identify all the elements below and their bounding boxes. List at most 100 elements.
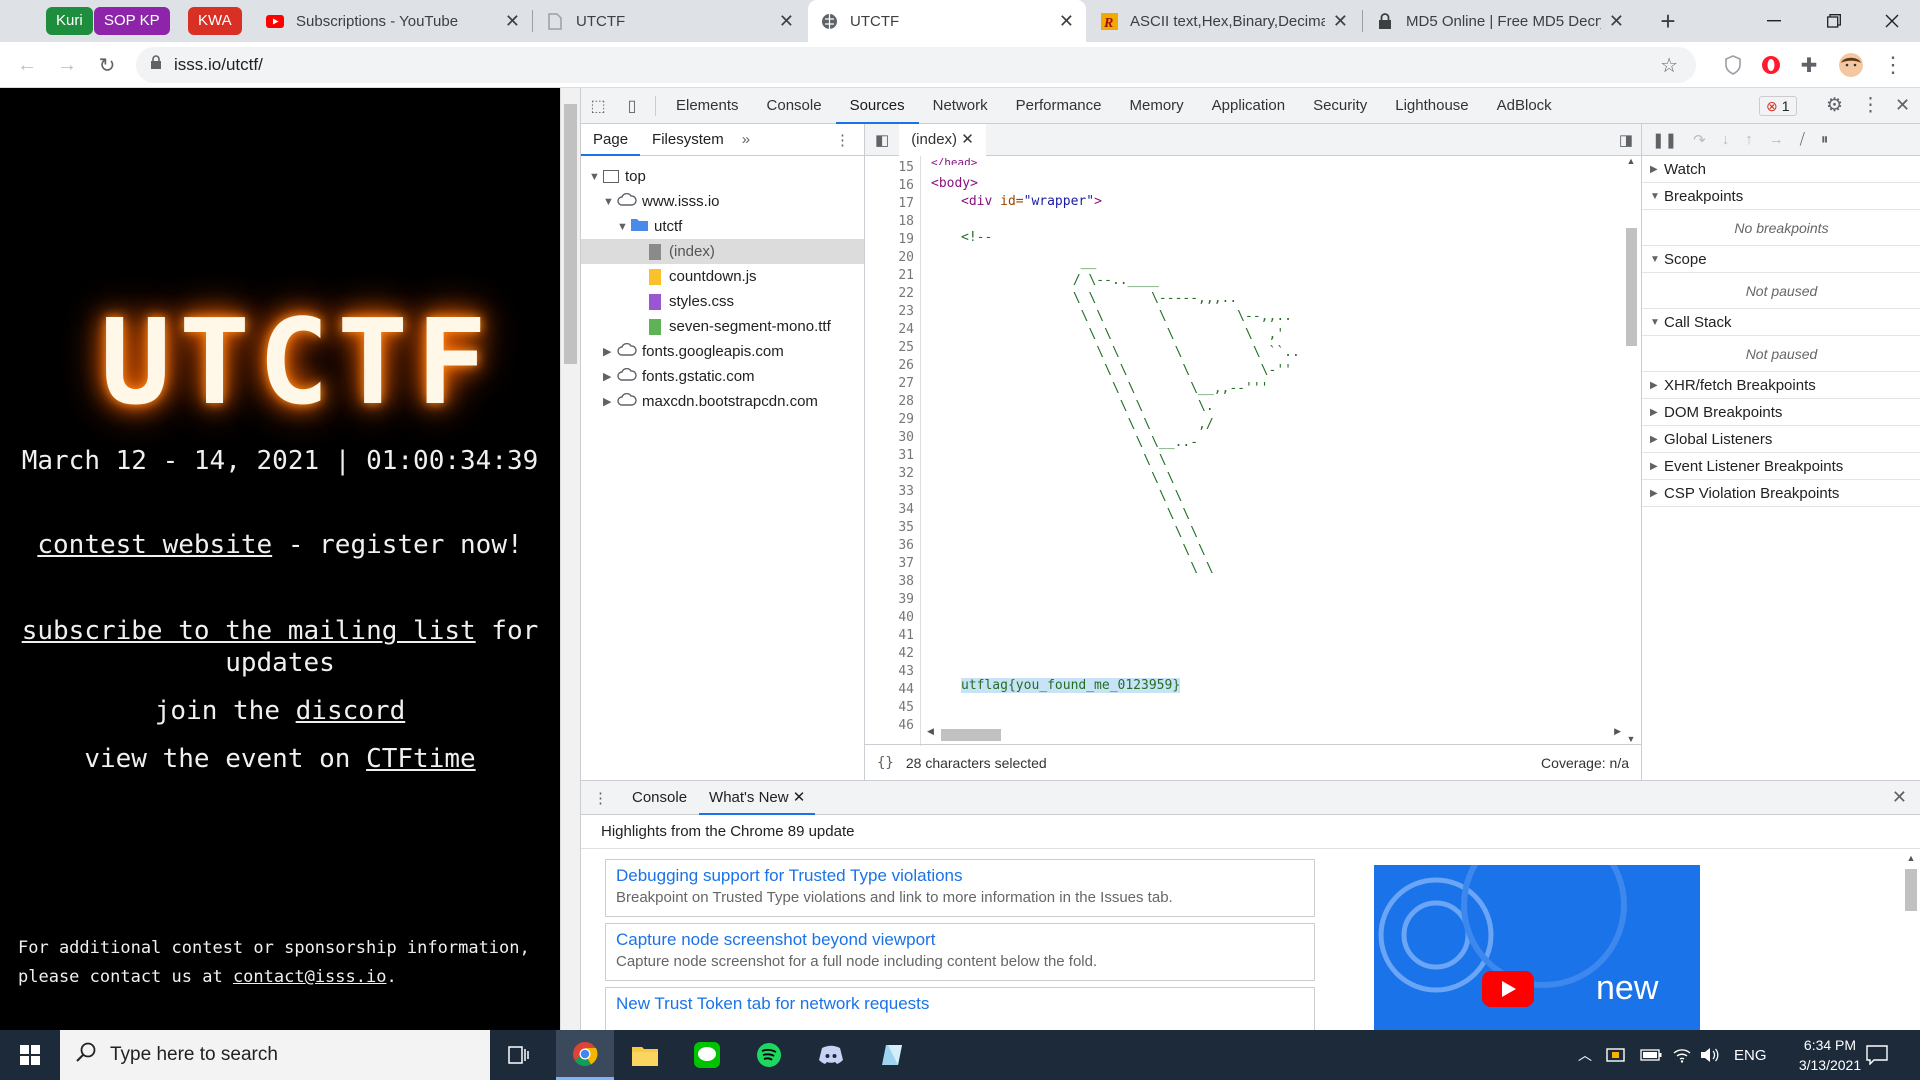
tab-ascii-converter[interactable]: R ASCII text,Hex,Binary,Decimal, ✕ bbox=[1088, 0, 1360, 42]
section-call-stack[interactable]: ▼ Call Stack bbox=[1642, 309, 1920, 336]
whats-new-item[interactable]: New Trust Token tab for network requests bbox=[605, 987, 1315, 1031]
discord-icon[interactable] bbox=[802, 1030, 860, 1080]
line-number[interactable]: 25 bbox=[898, 340, 914, 355]
tree-item-bootstrapcdn[interactable]: ▶ maxcdn.bootstrapcdn.com bbox=[603, 389, 818, 414]
close-window-button[interactable] bbox=[1864, 0, 1920, 42]
step-out-icon[interactable]: ↑ bbox=[1745, 131, 1753, 148]
line-number[interactable]: 30 bbox=[898, 430, 914, 445]
tab-application[interactable]: Application bbox=[1198, 88, 1299, 124]
line-number[interactable]: 40 bbox=[898, 610, 914, 625]
item-title[interactable]: Debugging support for Trusted Type viola… bbox=[616, 866, 1304, 886]
editor-tab-index[interactable]: (index) ✕ bbox=[899, 123, 986, 156]
line-number[interactable]: 37 bbox=[898, 556, 914, 571]
error-count-badge[interactable]: ⊗ 1 bbox=[1759, 96, 1797, 116]
line-number[interactable]: 16 bbox=[898, 178, 914, 193]
minimize-button[interactable] bbox=[1746, 0, 1802, 42]
windows-start-icon[interactable] bbox=[0, 1030, 60, 1080]
item-title[interactable]: New Trust Token tab for network requests bbox=[616, 994, 1304, 1014]
line-number[interactable]: 21 bbox=[898, 268, 914, 283]
tab-elements[interactable]: Elements bbox=[662, 88, 753, 124]
tab-adblock[interactable]: AdBlock bbox=[1483, 88, 1566, 124]
line-number[interactable]: 31 bbox=[898, 448, 914, 463]
tab-memory[interactable]: Memory bbox=[1116, 88, 1198, 124]
drawer-menu-icon[interactable]: ⋮ bbox=[581, 789, 620, 807]
close-devtools-icon[interactable]: ✕ bbox=[1895, 95, 1910, 116]
line-number[interactable]: 42 bbox=[898, 646, 914, 661]
section-watch[interactable]: ▶ Watch bbox=[1642, 156, 1920, 183]
line-number[interactable]: 43 bbox=[898, 664, 914, 679]
language-indicator[interactable]: ENG bbox=[1734, 1030, 1767, 1080]
taskbar-search-box[interactable]: Type here to search bbox=[60, 1030, 490, 1080]
tab-security[interactable]: Security bbox=[1299, 88, 1381, 124]
line-number[interactable]: 15 bbox=[898, 160, 914, 175]
gear-icon[interactable]: ⚙ bbox=[1826, 94, 1843, 117]
page-scrollbar[interactable] bbox=[560, 88, 580, 1030]
tree-item-top[interactable]: ▼ top bbox=[589, 164, 646, 189]
notifications-icon[interactable] bbox=[1866, 1030, 1888, 1080]
notepad-app-icon[interactable] bbox=[864, 1030, 922, 1080]
editor-vertical-scrollbar[interactable]: ▲ ▼ bbox=[1623, 156, 1639, 744]
deactivate-breakpoints-icon[interactable]: ⧸ bbox=[1800, 131, 1805, 148]
drawer-tab-whats-new[interactable]: What's New ✕ bbox=[699, 781, 816, 815]
navigator-menu-icon[interactable]: ⋮ bbox=[835, 131, 850, 149]
line-number[interactable]: 44 bbox=[898, 682, 914, 697]
scrollbar-thumb[interactable] bbox=[941, 729, 1001, 741]
editor-horizontal-scrollbar[interactable]: ◀ ▶ bbox=[921, 726, 1621, 742]
line-number[interactable]: 32 bbox=[898, 466, 914, 481]
step-into-icon[interactable]: ↓ bbox=[1722, 131, 1730, 148]
discord-link[interactable]: discord bbox=[296, 696, 406, 726]
line-number[interactable]: 41 bbox=[898, 628, 914, 643]
scrollbar-thumb[interactable] bbox=[564, 104, 577, 364]
scrollbar-thumb[interactable] bbox=[1905, 869, 1917, 911]
line-number[interactable]: 28 bbox=[898, 394, 914, 409]
toggle-debugger-icon[interactable]: ◨ bbox=[1619, 131, 1633, 149]
drawer-scrollbar[interactable]: ▲ bbox=[1903, 853, 1919, 1029]
close-drawer-icon[interactable]: ✕ bbox=[1892, 787, 1907, 808]
close-icon[interactable]: ✕ bbox=[961, 131, 974, 148]
tree-item-index[interactable]: (index) bbox=[581, 239, 864, 264]
drawer-tab-console[interactable]: Console bbox=[620, 789, 699, 806]
pause-icon[interactable]: ❚❚ bbox=[1652, 131, 1677, 149]
extensions-puzzle-icon[interactable]: ✚ bbox=[1796, 52, 1822, 78]
line-number[interactable]: 26 bbox=[898, 358, 914, 373]
tab-network[interactable]: Network bbox=[919, 88, 1002, 124]
chrome-taskbar-icon[interactable] bbox=[556, 1030, 614, 1080]
tree-item-styles-css[interactable]: styles.css bbox=[649, 289, 734, 314]
section-event-listener-breakpoints[interactable]: ▶ Event Listener Breakpoints bbox=[1642, 453, 1920, 480]
tree-item-googleapis[interactable]: ▶ fonts.googleapis.com bbox=[603, 339, 784, 364]
line-app-icon[interactable] bbox=[678, 1030, 736, 1080]
forward-button[interactable]: → bbox=[52, 50, 82, 80]
line-number[interactable]: 33 bbox=[898, 484, 914, 499]
new-tab-button[interactable]: + bbox=[1648, 0, 1688, 42]
file-explorer-icon[interactable] bbox=[616, 1030, 674, 1080]
avatar[interactable] bbox=[1838, 52, 1864, 78]
line-number[interactable]: 34 bbox=[898, 502, 914, 517]
tray-app-icon[interactable] bbox=[1606, 1030, 1626, 1080]
youtube-play-icon[interactable] bbox=[1482, 971, 1534, 1007]
pause-on-exceptions-icon[interactable]: ⏸ bbox=[1821, 131, 1829, 148]
line-number[interactable]: 29 bbox=[898, 412, 914, 427]
ctftime-link[interactable]: CTFtime bbox=[366, 744, 476, 774]
pinned-bookmark-kwa[interactable]: KWA bbox=[188, 7, 242, 35]
back-button[interactable]: ← bbox=[12, 50, 42, 80]
inspect-element-icon[interactable]: ⬚ bbox=[581, 96, 615, 116]
step-icon[interactable]: → bbox=[1769, 131, 1784, 148]
bookmark-star-icon[interactable]: ☆ bbox=[1660, 53, 1678, 78]
toggle-navigator-icon[interactable]: ◧ bbox=[865, 131, 899, 149]
battery-icon[interactable] bbox=[1640, 1030, 1662, 1080]
whats-new-video-thumbnail[interactable]: new bbox=[1374, 865, 1700, 1031]
volume-icon[interactable] bbox=[1700, 1030, 1720, 1080]
close-icon[interactable]: ✕ bbox=[779, 11, 794, 32]
section-global-listeners[interactable]: ▶ Global Listeners bbox=[1642, 426, 1920, 453]
tab-md5-online[interactable]: MD5 Online | Free MD5 Decry ✕ bbox=[1364, 0, 1636, 42]
tree-item-countdown-js[interactable]: countdown.js bbox=[649, 264, 757, 289]
line-number[interactable]: 39 bbox=[898, 592, 914, 607]
device-toolbar-icon[interactable]: ▯ bbox=[615, 96, 649, 116]
clock[interactable]: 6:34 PM 3/13/2021 bbox=[1780, 1030, 1880, 1080]
opera-extension-icon[interactable] bbox=[1758, 52, 1784, 78]
line-number[interactable]: 18 bbox=[898, 214, 914, 229]
section-csp-violation-breakpoints[interactable]: ▶ CSP Violation Breakpoints bbox=[1642, 480, 1920, 507]
reload-button[interactable]: ↻ bbox=[92, 50, 122, 80]
menu-kebab-icon[interactable]: ⋮ bbox=[1880, 52, 1906, 78]
line-number[interactable]: 17 bbox=[898, 196, 914, 211]
